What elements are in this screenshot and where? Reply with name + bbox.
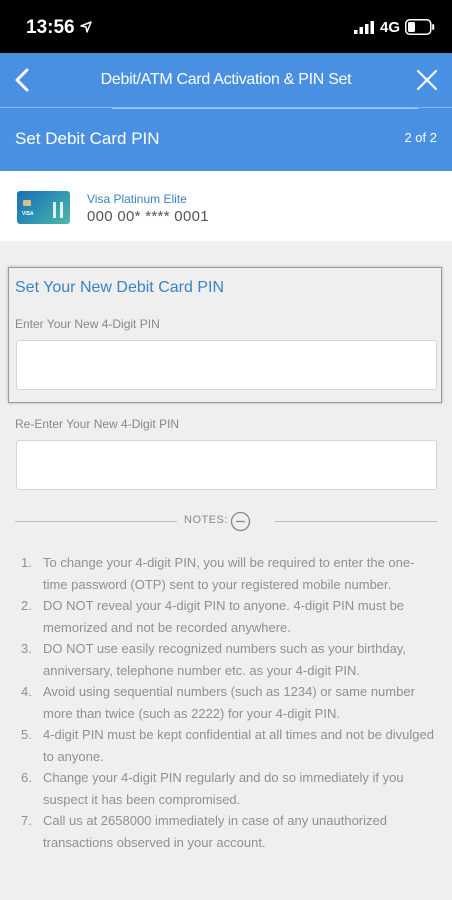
notes-divider-right [275,521,437,522]
close-icon[interactable] [414,67,440,93]
note-item: 1. To change your 4-digit PIN, you will … [16,552,436,595]
card-image: VISA [17,191,70,224]
network-type: 4G [380,19,401,36]
note-number: 5. [21,727,32,742]
status-time: 13:56 [26,17,75,38]
notes-divider-left [15,521,177,522]
card-brand-mark: VISA [22,211,34,217]
section-title: Set Your New Debit Card PIN [15,279,224,296]
note-text: Avoid using sequential numbers (such as … [43,684,415,721]
header-divider [112,108,418,109]
selected-card: VISA Visa Platinum Elite 000 00* **** 00… [0,171,452,241]
location-arrow-icon [80,21,92,33]
chevron-left-icon[interactable] [10,67,36,93]
note-number: 4. [21,684,32,699]
card-name: Visa Platinum Elite [87,192,187,206]
note-text: 4-digit PIN must be kept confidential at… [43,727,434,764]
note-item: 4. Avoid using sequential numbers (such … [16,681,436,724]
note-number: 7. [21,813,32,828]
pin-input[interactable] [16,340,437,390]
note-text: To change your 4-digit PIN, you will be … [43,555,415,592]
battery-icon [405,19,435,35]
note-item: 6. Change your 4-digit PIN regularly and… [16,767,436,810]
card-chip [23,200,31,206]
note-text: Change your 4-digit PIN regularly and do… [43,770,404,807]
card-art-left [53,202,56,218]
reenter-pin-input[interactable] [16,440,437,490]
note-item: 3. DO NOT use easily recognized numbers … [16,638,436,681]
note-item: 5. 4-digit PIN must be kept confidential… [16,724,436,767]
notes-list: 1. To change your 4-digit PIN, you will … [16,552,436,853]
note-number: 2. [21,598,32,613]
notes-label: NOTES: [184,514,228,526]
status-bar: 13:56 4G [0,0,452,53]
note-item: 7. Call us at 2658000 immediately in cas… [16,810,436,853]
note-text: DO NOT reveal your 4-digit PIN to anyone… [43,598,405,635]
note-number: 3. [21,641,32,656]
step-header: Set Debit Card PIN 2 of 2 [0,107,452,171]
card-number: 000 00* **** 0001 [87,208,209,225]
signal-icon [354,21,374,34]
nav-bar: Debit/ATM Card Activation & PIN Set [0,53,452,107]
page-title: Debit/ATM Card Activation & PIN Set [100,71,352,88]
note-number: 1. [21,555,32,570]
reenter-pin-label: Re-Enter Your New 4-Digit PIN [15,417,180,431]
note-text: Call us at 2658000 immediately in case o… [43,813,387,850]
card-art-right [60,202,63,218]
pin-label: Enter Your New 4-Digit PIN [15,317,160,331]
note-item: 2. DO NOT reveal your 4-digit PIN to any… [16,595,436,638]
step-counter: 2 of 2 [404,130,437,145]
minus-circle-icon[interactable] [230,511,251,532]
note-number: 6. [21,770,32,785]
step-title: Set Debit Card PIN [15,129,160,148]
note-text: DO NOT use easily recognized numbers suc… [43,641,406,678]
